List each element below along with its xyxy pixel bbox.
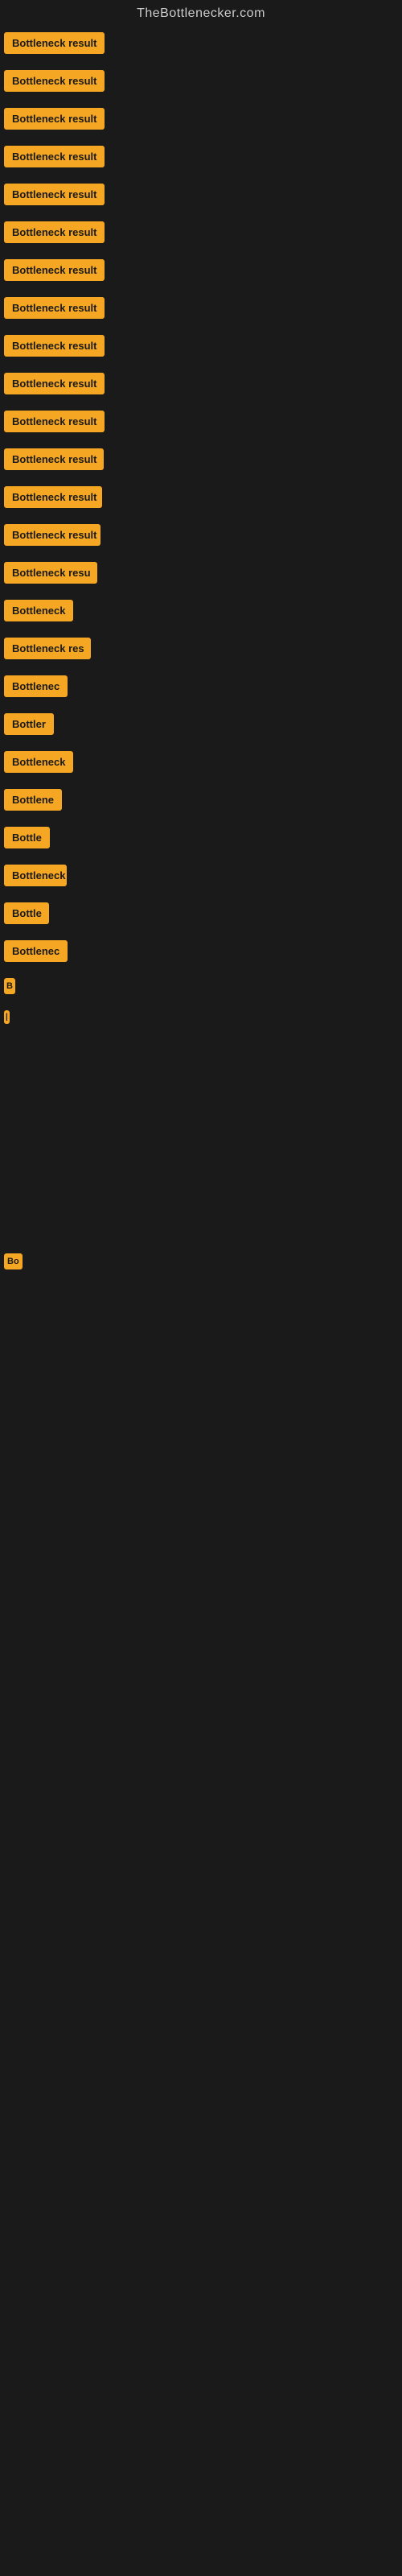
empty-space-8 [4,1519,398,1600]
bottleneck-badge[interactable]: Bo [4,1253,23,1269]
empty-space-9 [4,1600,398,1680]
list-item: Bottleneck result [4,62,398,100]
bottleneck-badge[interactable]: Bottler [4,713,54,735]
list-item: Bottleneck r [4,857,398,894]
bottleneck-badge[interactable]: Bottleneck result [4,259,105,281]
bottleneck-badge[interactable]: B [4,978,15,994]
list-item: Bottle [4,819,398,857]
list-item: Bottleneck result [4,138,398,175]
list-item: Bottleneck result [4,213,398,251]
bottleneck-badge[interactable]: Bottlene [4,789,62,811]
list-item: Bottlene [4,781,398,819]
bottleneck-badge[interactable]: Bottleneck result [4,373,105,394]
list-item: Bottleneck [4,592,398,630]
bottleneck-badge[interactable]: Bottleneck result [4,335,105,357]
empty-space-1 [4,1032,398,1076]
bottleneck-badge[interactable]: Bottleneck result [4,70,105,92]
list-item: Bottleneck result [4,402,398,440]
empty-space-6 [4,1358,398,1439]
list-item: Bottleneck result [4,440,398,478]
bottleneck-badge[interactable]: Bottleneck result [4,524,100,546]
list-item: B [4,970,398,1002]
list-item: Bottleneck result [4,100,398,138]
list-item: Bottleneck result [4,478,398,516]
bottleneck-badge[interactable]: Bottlenec [4,940,68,962]
empty-space-7 [4,1439,398,1519]
list-item: Bottleneck result [4,516,398,554]
empty-space-4 [4,1165,398,1245]
bottleneck-badge[interactable]: Bottle [4,902,49,924]
list-item: | [4,1002,398,1032]
empty-space-3 [4,1121,398,1165]
bottleneck-badge[interactable]: Bottleneck result [4,108,105,130]
bottleneck-badge[interactable]: Bottleneck [4,751,73,773]
list-item: Bottleneck result [4,251,398,289]
list-item: Bo [4,1245,398,1278]
list-item: Bottle [4,894,398,932]
list-item: Bottleneck [4,743,398,781]
site-title: TheBottlenecker.com [0,0,402,24]
bottleneck-badge[interactable]: Bottleneck r [4,865,67,886]
list-item: Bottleneck result [4,289,398,327]
list-item: Bottleneck res [4,630,398,667]
bottleneck-badge[interactable]: Bottleneck resu [4,562,97,584]
bottleneck-badge[interactable]: Bottleneck result [4,448,104,470]
bottleneck-badge[interactable]: Bottlenec [4,675,68,697]
bottleneck-badge[interactable]: Bottle [4,827,50,848]
main-container: Bottleneck result Bottleneck result Bott… [0,24,402,1680]
bottleneck-badge[interactable]: Bottleneck result [4,297,105,319]
list-item: Bottleneck result [4,327,398,365]
bottleneck-badge[interactable]: Bottleneck res [4,638,91,659]
bottleneck-badge[interactable]: Bottleneck result [4,146,105,167]
bottleneck-badge[interactable]: Bottleneck result [4,486,102,508]
bottleneck-badge[interactable]: Bottleneck result [4,184,105,205]
list-item: Bottleneck resu [4,554,398,592]
empty-space-2 [4,1076,398,1121]
bottleneck-badge[interactable]: Bottleneck result [4,32,105,54]
list-item: Bottlenec [4,667,398,705]
list-item: Bottleneck result [4,175,398,213]
list-item: Bottleneck result [4,365,398,402]
empty-space-5 [4,1278,398,1358]
bottleneck-badge[interactable]: Bottleneck result [4,221,105,243]
list-item: Bottlenec [4,932,398,970]
bottleneck-badge[interactable]: Bottleneck result [4,411,105,432]
list-item: Bottler [4,705,398,743]
list-item: Bottleneck result [4,24,398,62]
bottleneck-badge[interactable]: | [4,1010,10,1024]
bottleneck-badge[interactable]: Bottleneck [4,600,73,621]
